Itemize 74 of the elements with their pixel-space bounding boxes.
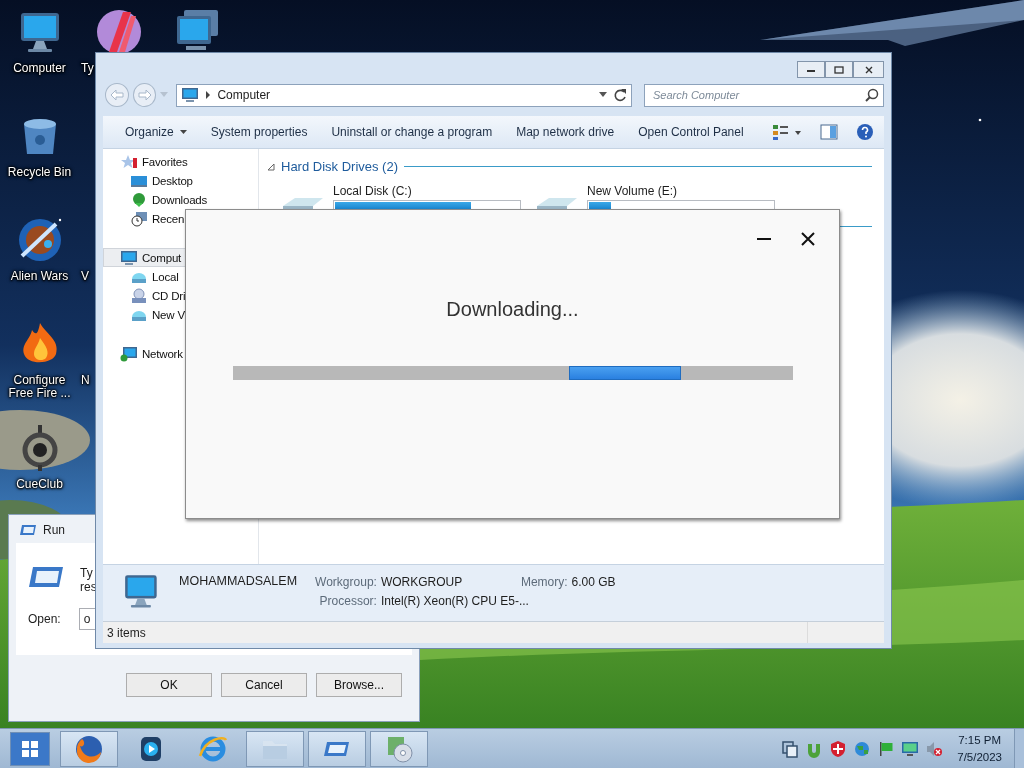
icon-label[interactable]: CueClub <box>1 478 78 491</box>
nav-item[interactable]: Downloads <box>103 190 258 209</box>
windows-logo-icon <box>21 739 39 758</box>
drive-name[interactable]: Local Disk (C:) <box>333 184 521 198</box>
refresh-icon[interactable] <box>613 88 627 102</box>
field-label: Workgroup: <box>315 575 377 589</box>
preview-pane-icon[interactable] <box>820 124 838 140</box>
status-text: 3 items <box>107 625 146 640</box>
run-icon <box>19 523 37 537</box>
dialog-button[interactable]: OK <box>126 673 212 697</box>
toolbar-command[interactable]: Open Control Panel <box>626 119 756 145</box>
close-button[interactable] <box>853 61 884 78</box>
time-text: 7:15 PM <box>958 732 1002 748</box>
caret-icon[interactable] <box>599 92 607 98</box>
clock-icon <box>130 210 148 227</box>
address-bar[interactable]: Computer <box>176 83 632 107</box>
dialog-button[interactable]: Browse... <box>316 673 402 697</box>
flag-icon[interactable] <box>877 739 896 758</box>
dialog-title: Run <box>43 523 65 537</box>
minimize-icon <box>757 237 771 241</box>
open-label: Open: <box>28 612 61 626</box>
help-icon[interactable] <box>856 123 874 141</box>
star-icon <box>120 153 138 170</box>
toolbar-command[interactable]: Map network drive <box>504 119 627 145</box>
back-arrow-icon <box>109 89 124 101</box>
monitor-icon[interactable] <box>901 739 920 758</box>
disc-drive-icon <box>130 287 148 304</box>
field-value: 6.00 GB <box>571 575 616 589</box>
nav-item[interactable]: Favorites <box>103 152 258 171</box>
date-text: 7/5/2023 <box>957 749 1002 765</box>
field-value: WORKGROUP <box>380 575 464 589</box>
copy-icon[interactable] <box>781 739 800 758</box>
toolbar-command[interactable]: Organize <box>113 119 199 145</box>
taskbar-button[interactable] <box>60 730 118 767</box>
icon-label[interactable]: N <box>81 374 90 387</box>
collapse-arrow-icon[interactable] <box>267 162 275 171</box>
monitor-icon <box>181 87 200 103</box>
fox-globe-icon[interactable] <box>74 733 104 764</box>
icon-label[interactable]: Configure Free Fire ... <box>1 374 78 400</box>
icon-label[interactable]: Ty <box>81 62 94 75</box>
open-field[interactable]: o <box>78 608 96 630</box>
group-header: Hard Disk Drives (2) <box>281 159 398 174</box>
toolbar-command[interactable]: System properties <box>198 119 320 145</box>
taskbar-button[interactable] <box>308 730 366 767</box>
close-icon <box>801 232 815 246</box>
shield-icon[interactable] <box>829 739 848 758</box>
dialog-button[interactable]: Cancel <box>221 673 307 697</box>
field-label: Memory: <box>520 575 568 589</box>
drive-name[interactable]: New Volume (E:) <box>587 184 775 198</box>
status-message: Downloading... <box>446 298 579 321</box>
monitor-icon <box>120 249 138 266</box>
field-value: Intel(R) Xeon(R) CPU E5-... <box>380 594 530 608</box>
clock[interactable]: 7:15 PM 7/5/2023 <box>957 731 1002 766</box>
instruction-text: Ty <box>80 566 94 580</box>
start-button[interactable] <box>10 731 50 766</box>
nav-item[interactable]: Desktop <box>103 171 258 190</box>
forward-arrow-icon <box>137 89 152 101</box>
icon-label[interactable]: V <box>81 270 89 283</box>
icon-label[interactable]: Computer <box>1 62 78 75</box>
computer-name: MOHAMMADSALEM <box>179 573 298 588</box>
chevron-icon <box>205 91 212 99</box>
network-icon <box>120 345 138 362</box>
view-options-icon[interactable] <box>772 123 802 141</box>
icon-label[interactable]: Recycle Bin <box>1 166 78 179</box>
toolbar-command[interactable]: Uninstall or change a program <box>319 119 505 145</box>
maximize-button[interactable] <box>825 61 853 78</box>
address-text: Computer <box>217 88 272 102</box>
restore-icon <box>834 65 844 74</box>
minimize-button[interactable] <box>797 61 825 78</box>
field-label: Processor: <box>319 594 377 608</box>
close-icon <box>863 65 874 74</box>
search-field[interactable]: Search Computer <box>644 83 884 107</box>
icon-label[interactable]: Alien Wars <box>1 270 78 283</box>
search-icon[interactable] <box>865 87 879 102</box>
